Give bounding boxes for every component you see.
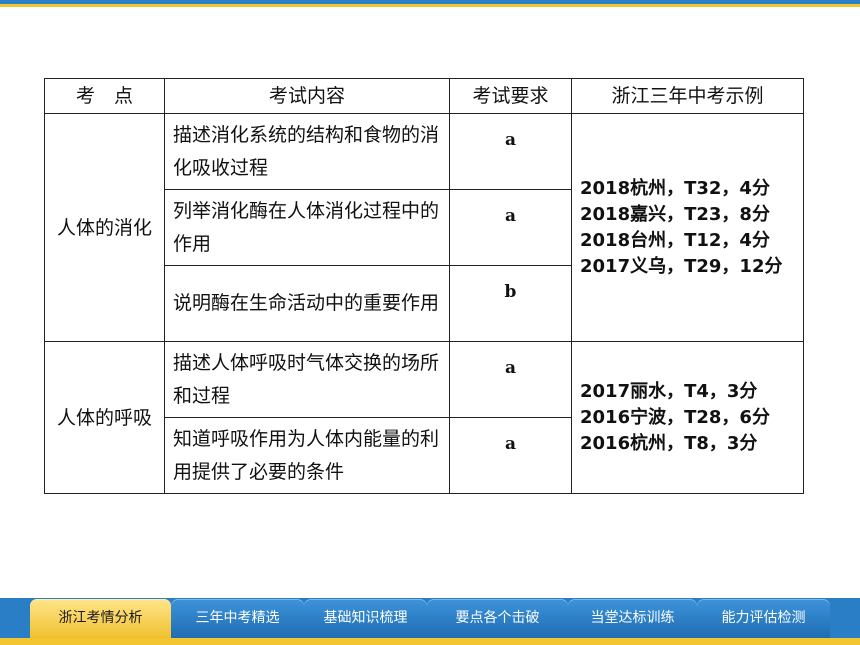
content-cell: 列举消化酶在人体消化过程中的作用 [164, 189, 450, 266]
tab-ability-assessment[interactable]: 能力评估检测 [697, 599, 830, 638]
content-cell: 说明酶在生命活动中的重要作用 [164, 265, 450, 342]
example-item: 2018杭州，T32，4分 [580, 177, 770, 199]
requirement-cell: a [449, 417, 572, 494]
header-examples: 浙江三年中考示例 [571, 78, 804, 114]
header-content: 考试内容 [164, 78, 450, 114]
requirement-cell: b [449, 265, 572, 342]
content-cell: 知道呼吸作用为人体内能量的利用提供了必要的条件 [164, 417, 450, 494]
content-cell: 描述人体呼吸时气体交换的场所和过程 [164, 341, 450, 418]
topic-digestion: 人体的消化 [44, 113, 165, 342]
requirement-value: b [504, 282, 517, 302]
example-item: 2018台州，T12，4分 [580, 229, 770, 251]
tab-zhejiang-analysis[interactable]: 浙江考情分析 [30, 599, 171, 638]
header-requirement: 考试要求 [449, 78, 572, 114]
requirement-value: a [504, 358, 516, 378]
table-header-row: 考 点 考试内容 考试要求 浙江三年中考示例 [44, 78, 804, 114]
example-item: 2017义乌，T29，12分 [580, 255, 783, 277]
table-row: 人体的消化 描述消化系统的结构和食物的消化吸收过程 a 2018杭州，T32，4… [44, 113, 804, 342]
tab-basic-knowledge[interactable]: 基础知识梳理 [304, 599, 427, 638]
requirement-value: a [504, 434, 516, 454]
exam-points-table: 考 点 考试内容 考试要求 浙江三年中考示例 人体的消化 描述消化系统的结构和食… [44, 78, 804, 494]
example-item: 2016宁波，T28，6分 [580, 406, 770, 428]
tab-three-year-selection[interactable]: 三年中考精选 [171, 599, 304, 638]
content-cell: 描述消化系统的结构和食物的消化吸收过程 [164, 113, 450, 190]
requirement-cell: a [449, 189, 572, 266]
examples-respiration: 2017丽水，T4，3分 2016宁波，T28，6分 2016杭州，T8，3分 [571, 341, 804, 494]
requirement-cell: a [449, 341, 572, 418]
requirement-value: a [504, 130, 516, 150]
tab-key-points[interactable]: 要点各个击破 [427, 599, 568, 638]
tab-in-class-training[interactable]: 当堂达标训练 [568, 599, 697, 638]
example-item: 2018嘉兴，T23，8分 [580, 203, 770, 225]
table-row: 人体的呼吸 描述人体呼吸时气体交换的场所和过程 a 2017丽水，T4，3分 2… [44, 341, 804, 494]
header-topic: 考 点 [44, 78, 165, 114]
topic-respiration: 人体的呼吸 [44, 341, 165, 494]
bottom-accent-line [0, 638, 860, 645]
example-item: 2016杭州，T8，3分 [580, 432, 758, 454]
top-accent-line [0, 4, 860, 7]
examples-digestion: 2018杭州，T32，4分 2018嘉兴，T23，8分 2018台州，T12，4… [571, 113, 804, 342]
requirement-cell: a [449, 113, 572, 190]
requirement-value: a [504, 206, 516, 226]
example-item: 2017丽水，T4，3分 [580, 380, 758, 402]
